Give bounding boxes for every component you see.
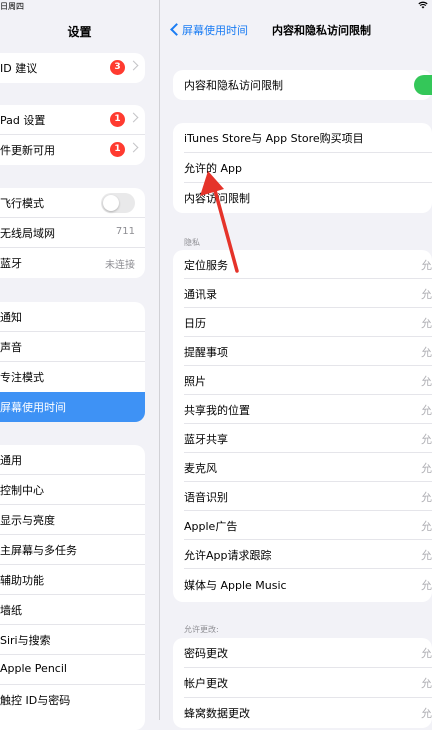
annotation-arrow-icon	[200, 171, 239, 273]
